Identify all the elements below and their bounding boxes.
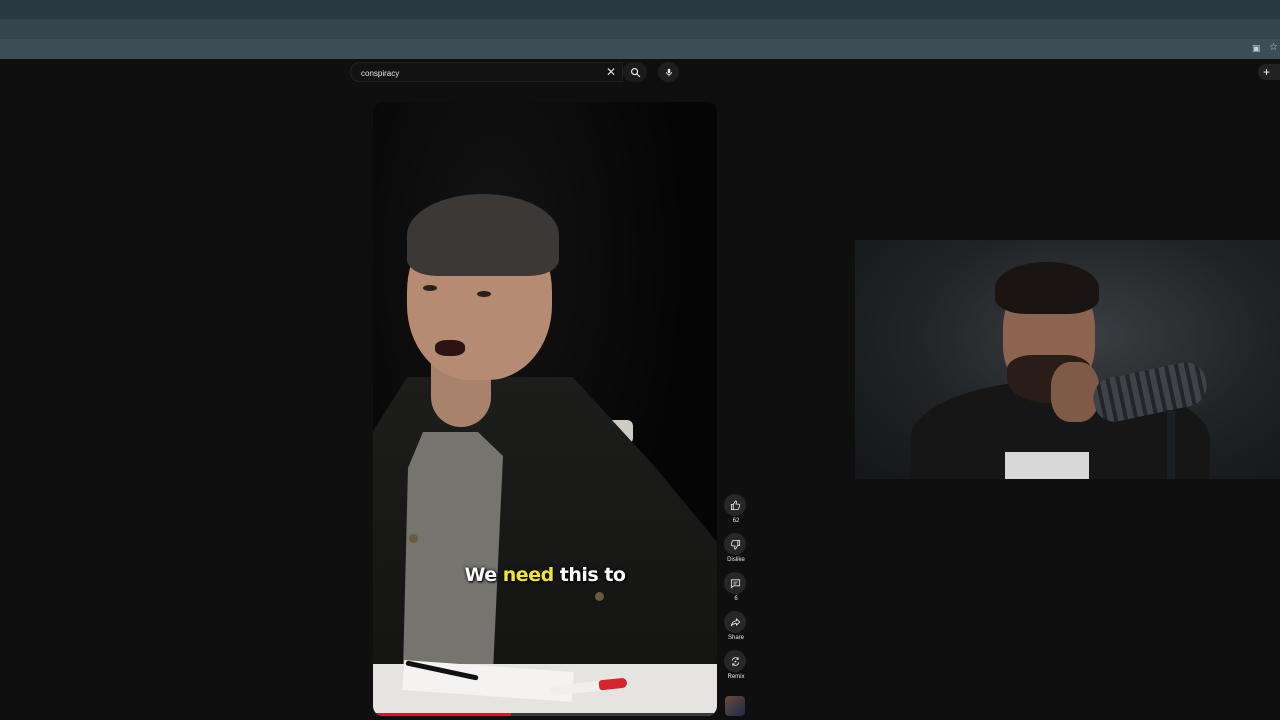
share-label: Share — [727, 635, 744, 641]
voice-search-button[interactable] — [658, 62, 679, 82]
video-progress-bar[interactable] — [373, 713, 717, 716]
comment-icon — [730, 578, 740, 588]
dislike-label: Dislike — [727, 557, 745, 563]
remix-label: Remix — [727, 674, 745, 680]
remix-icon — [731, 656, 739, 666]
search-icon — [630, 67, 640, 77]
speaker-mouth — [435, 340, 465, 356]
webcam-overlay — [855, 240, 1280, 479]
video-caption: We need this to — [373, 564, 717, 586]
streamer-hair — [995, 262, 1099, 314]
plus-icon: + — [1263, 65, 1271, 79]
streamer-paper — [1005, 452, 1089, 479]
thumbs-down-icon — [730, 539, 740, 549]
comments-button[interactable] — [724, 572, 746, 594]
remix-button[interactable] — [724, 650, 746, 672]
speaker-eye — [423, 285, 437, 291]
caption-text: this to — [553, 564, 626, 586]
thumbs-up-icon — [730, 500, 740, 510]
progress-fill — [373, 713, 511, 716]
dislike-button[interactable] — [724, 533, 746, 555]
search-input[interactable] — [359, 66, 603, 81]
speaker-hair — [407, 194, 559, 276]
jacket-button — [409, 534, 418, 543]
browser-title-bar — [0, 0, 1280, 19]
install-app-icon[interactable]: ▣ — [1252, 43, 1261, 54]
browser-tab-strip — [0, 19, 1280, 39]
short-video-player[interactable]: We need this to — [373, 102, 717, 716]
caption-text: We — [464, 564, 503, 586]
search-box[interactable] — [350, 62, 623, 82]
jacket-button — [595, 592, 604, 601]
close-icon[interactable]: ✕ — [604, 65, 618, 79]
channel-avatar[interactable] — [725, 696, 745, 716]
short-actions: 62 Dislike 6 Share Remix — [724, 494, 748, 716]
like-button[interactable] — [724, 494, 746, 516]
mic-icon — [665, 68, 672, 76]
microphone-arm — [1167, 410, 1175, 479]
create-button[interactable]: + — [1258, 64, 1280, 80]
share-icon — [730, 617, 740, 626]
speaker-eye — [477, 291, 491, 297]
bookmark-star-icon[interactable]: ☆ — [1269, 42, 1278, 53]
browser-address-bar[interactable]: ▣ ☆ — [0, 39, 1280, 59]
share-button[interactable] — [724, 611, 746, 633]
streamer-hand — [1051, 362, 1099, 422]
speaker-tshirt — [403, 432, 503, 672]
comment-count: 6 — [734, 596, 738, 602]
caption-highlight: need — [502, 564, 554, 586]
like-count: 62 — [732, 518, 740, 524]
search-button[interactable] — [623, 62, 647, 82]
